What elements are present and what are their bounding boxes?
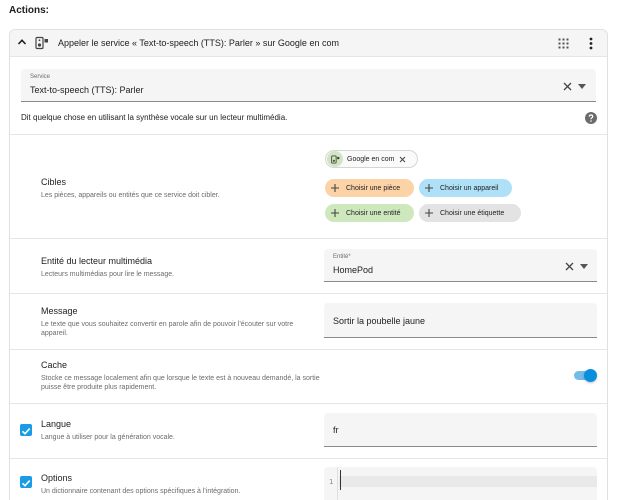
language-input-value: fr	[333, 425, 339, 435]
service-description: Dit quelque chose en utilisant la synthè…	[21, 113, 288, 122]
divider	[10, 458, 607, 459]
choose-room-button[interactable]: Choisir une pièce	[325, 179, 414, 197]
dropdown-caret-icon[interactable]	[578, 84, 586, 89]
media-player-select[interactable]: Entité* HomePod	[324, 249, 597, 282]
target-entity-label: Google en com	[347, 155, 395, 163]
choose-label-button[interactable]: Choisir une étiquette	[419, 204, 521, 222]
message-input-value: Sortir la poubelle jaune	[333, 316, 426, 326]
cache-toggle-knob[interactable]	[584, 369, 597, 382]
options-checkbox[interactable]	[20, 476, 32, 488]
active-code-line[interactable]	[339, 476, 597, 487]
targets-title: Cibles	[41, 177, 67, 187]
message-description: Le texte que vous souhaitez convertir en…	[41, 321, 294, 337]
choose-entity-button[interactable]: Choisir une entité	[325, 204, 414, 222]
targets-description: Les pièces, appareils ou entités que ce …	[41, 192, 220, 199]
chevron-up-icon[interactable]	[17, 37, 27, 47]
language-checkbox[interactable]	[20, 424, 32, 436]
media-player-field-value: HomePod	[333, 265, 374, 275]
service-select[interactable]: Service Text-to-speech (TTS): Parler	[21, 69, 596, 102]
plus-icon	[425, 209, 433, 217]
more-vert-icon[interactable]	[586, 37, 596, 50]
divider	[10, 349, 607, 350]
drag-handle-icon[interactable]	[558, 38, 569, 49]
media-player-field-label: Entité*	[333, 254, 351, 260]
divider	[10, 293, 607, 294]
speaker-icon	[327, 151, 343, 167]
clear-icon[interactable]	[563, 82, 572, 91]
actions-heading: Actions:	[9, 5, 49, 16]
language-title: Langue	[41, 419, 72, 429]
plus-icon	[331, 184, 339, 192]
check-icon	[21, 428, 31, 435]
service-field-value: Text-to-speech (TTS): Parler	[30, 85, 144, 95]
target-entity-chip[interactable]: Google en com	[325, 150, 418, 168]
divider	[10, 403, 607, 404]
media-player-description: Lecteurs multimédias pour lire le messag…	[41, 271, 175, 278]
line-number: 1	[329, 478, 334, 486]
language-description: Langue à utiliser pour la génération voc…	[41, 434, 175, 441]
options-description: Un dictionnaire contenant des options sp…	[41, 488, 241, 495]
options-code-editor[interactable]: 1	[324, 467, 597, 500]
cache-description: Stocke ce message localement afin que lo…	[41, 375, 320, 391]
plus-icon	[425, 184, 433, 192]
speaker-service-icon	[35, 36, 48, 50]
action-card-header[interactable]: Appeler le service « Text-to-speech (TTS…	[10, 30, 607, 57]
choose-label-label: Choisir une étiquette	[440, 209, 505, 217]
choose-entity-label: Choisir une entité	[346, 209, 401, 217]
dropdown-caret-icon[interactable]	[580, 264, 588, 269]
help-icon[interactable]	[585, 112, 597, 124]
text-cursor	[340, 470, 341, 490]
action-title: Appeler le service « Text-to-speech (TTS…	[58, 38, 339, 48]
remove-chip-icon[interactable]	[399, 156, 406, 163]
cache-title: Cache	[41, 360, 68, 370]
choose-device-button[interactable]: Choisir un appareil	[419, 179, 512, 197]
media-player-title: Entité du lecteur multimédia	[41, 256, 153, 266]
language-input[interactable]: fr	[324, 413, 597, 447]
choose-device-label: Choisir un appareil	[440, 184, 499, 192]
divider	[10, 134, 607, 135]
choose-room-label: Choisir une pièce	[346, 184, 401, 192]
service-field-label: Service	[30, 74, 51, 80]
plus-icon	[331, 209, 339, 217]
message-input[interactable]: Sortir la poubelle jaune	[324, 303, 597, 338]
message-title: Message	[41, 306, 78, 316]
clear-icon[interactable]	[565, 262, 574, 271]
action-card: Appeler le service « Text-to-speech (TTS…	[9, 29, 608, 500]
divider	[10, 238, 607, 239]
check-icon	[21, 480, 31, 487]
options-title: Options	[41, 473, 73, 483]
